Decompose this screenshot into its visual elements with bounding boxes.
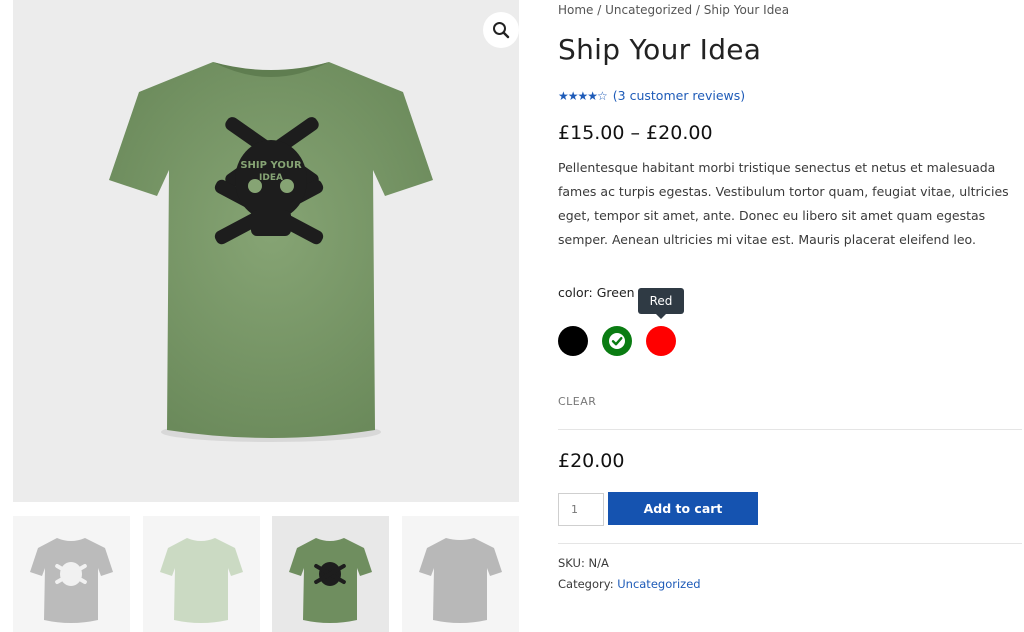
quantity-input[interactable] bbox=[558, 493, 604, 526]
product-title: Ship Your Idea bbox=[558, 33, 762, 66]
thumbnail-green-shirt-front[interactable] bbox=[272, 516, 389, 632]
category-meta: Category: Uncategorized bbox=[558, 577, 701, 591]
zoom-button[interactable] bbox=[483, 12, 519, 48]
magnifier-icon bbox=[493, 22, 510, 39]
checkmark-icon bbox=[609, 333, 625, 349]
thumbnail-light-green-shirt[interactable] bbox=[143, 516, 260, 632]
swatch-red[interactable] bbox=[646, 326, 676, 356]
swatch-black[interactable] bbox=[558, 326, 588, 356]
product-main-image[interactable]: SHIP YOUR IDEA bbox=[13, 0, 519, 502]
add-to-cart-button[interactable]: Add to cart bbox=[608, 492, 758, 525]
breadcrumb-separator: / bbox=[593, 3, 606, 17]
thumbnail-grey-shirt-back[interactable] bbox=[402, 516, 519, 632]
clear-selection-link[interactable]: CLEAR bbox=[558, 395, 596, 408]
shirt-print-text-2: IDEA bbox=[259, 173, 283, 183]
category-link[interactable]: Uncategorized bbox=[617, 577, 700, 591]
swatch-green[interactable] bbox=[602, 326, 632, 356]
thumbnail-image bbox=[419, 538, 502, 623]
thumbnail-grey-shirt-front[interactable] bbox=[13, 516, 130, 632]
breadcrumb-home[interactable]: Home bbox=[558, 3, 593, 17]
variation-price: £20.00 bbox=[558, 450, 625, 472]
category-label: Category: bbox=[558, 577, 618, 591]
star-rating-icon: ★★★★☆ bbox=[558, 88, 608, 103]
sku-label: SKU: bbox=[558, 556, 589, 570]
breadcrumb: Home / Uncategorized / Ship Your Idea bbox=[558, 3, 789, 17]
divider bbox=[558, 429, 1022, 430]
product-description: Pellentesque habitant morbi tristique se… bbox=[558, 160, 1009, 247]
thumbnail-image bbox=[289, 538, 372, 623]
product-rating: ★★★★☆ (3 customer reviews) bbox=[558, 88, 745, 103]
thumbnail-image bbox=[30, 538, 113, 623]
thumbnail-image bbox=[160, 538, 243, 623]
tshirt-image: SHIP YOUR IDEA bbox=[109, 62, 433, 442]
sku-meta: SKU: N/A bbox=[558, 556, 609, 570]
breadcrumb-category[interactable]: Uncategorized bbox=[605, 3, 692, 17]
color-label: color: Green bbox=[558, 285, 635, 300]
breadcrumb-separator: / bbox=[692, 3, 704, 17]
swatch-tooltip: Red bbox=[638, 288, 684, 319]
shirt-print-text-1: SHIP YOUR bbox=[240, 160, 302, 171]
sku-value: N/A bbox=[588, 556, 609, 570]
breadcrumb-current: Ship Your Idea bbox=[703, 3, 790, 17]
price-range: £15.00 – £20.00 bbox=[558, 122, 713, 144]
reviews-link[interactable]: (3 customer reviews) bbox=[613, 88, 745, 103]
divider bbox=[558, 543, 1022, 544]
